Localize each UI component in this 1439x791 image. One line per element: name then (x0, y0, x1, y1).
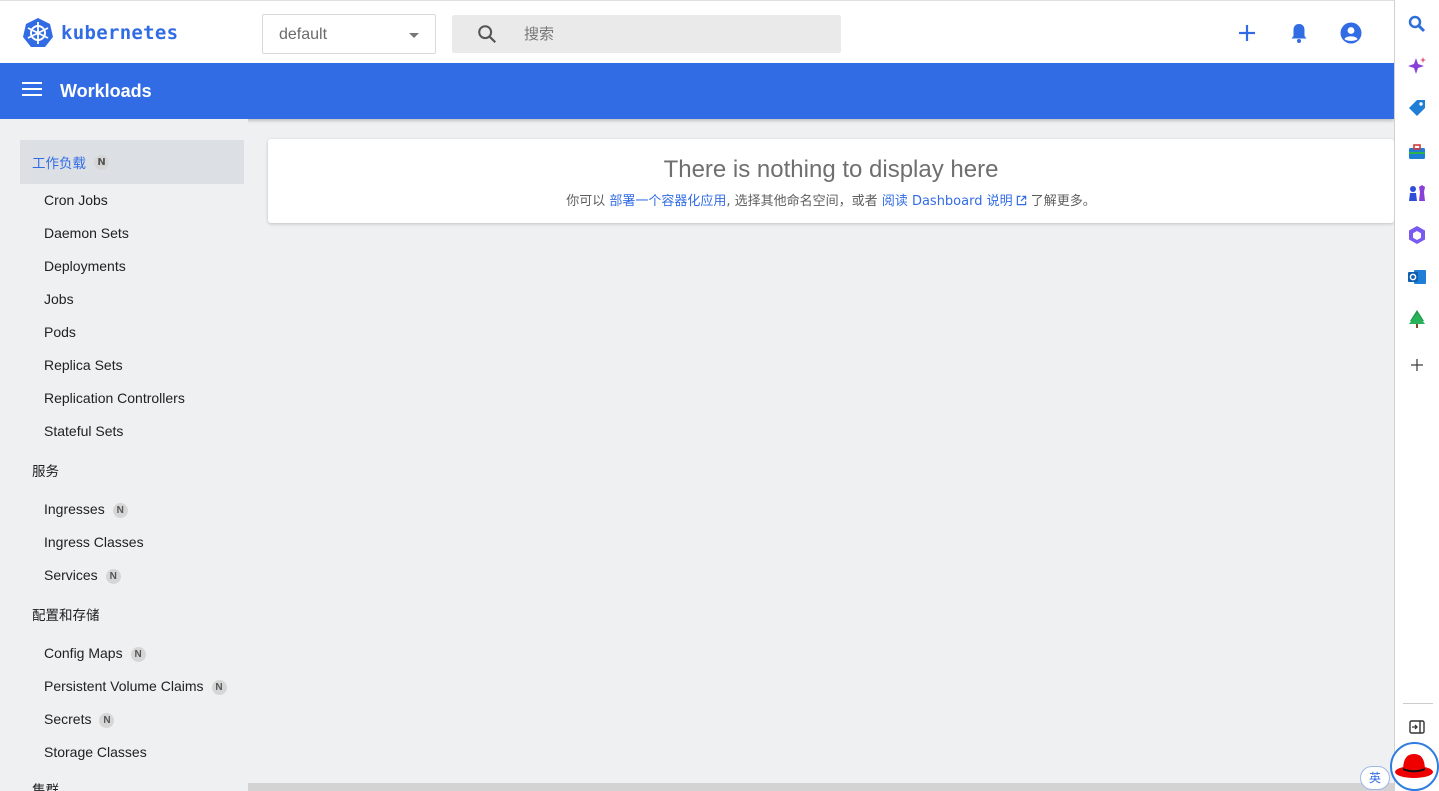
nav-group-label: 配置和存储 (32, 608, 100, 624)
chevron-down-icon (409, 33, 419, 38)
namespace-select[interactable]: default (262, 14, 436, 54)
sidebar-item-services[interactable]: Services N (44, 567, 121, 584)
chess-icon[interactable] (1407, 183, 1427, 203)
sidebar-item-replica-sets[interactable]: Replica Sets (44, 357, 123, 373)
redhat-assistant[interactable] (1390, 742, 1439, 791)
nav-group-config-storage[interactable]: 配置和存储 (20, 592, 244, 636)
tag-icon[interactable] (1407, 98, 1427, 118)
title-bar: Workloads (0, 63, 1394, 119)
empty-state-description: 你可以 部署一个容器化应用, 选择其他命名空间，或者 阅读 Dashboard … (268, 190, 1394, 209)
empty-state-card: There is nothing to display here 你可以 部署一… (268, 139, 1394, 223)
empty-text-2: , 选择其他命名空间，或者 (726, 194, 882, 209)
new-badge: N (130, 647, 146, 662)
sidebar-nav: 工作负载 N Cron Jobs Daemon Sets Deployments… (0, 119, 248, 791)
sidebar-item-label: Secrets (44, 711, 92, 727)
search-input[interactable] (524, 21, 824, 47)
hamburger-menu-icon[interactable] (22, 82, 42, 98)
sidebar-item-label: Storage Classes (44, 744, 147, 760)
add-icon[interactable] (1407, 355, 1427, 375)
nav-group-workloads[interactable]: 工作负载 N (20, 140, 244, 184)
browser-side-panel (1394, 0, 1439, 791)
deploy-app-link[interactable]: 部署一个容器化应用 (609, 194, 726, 209)
sidebar-item-persistent-volume-claims[interactable]: Persistent Volume Claims N (44, 678, 227, 695)
sidebar-item-pods[interactable]: Pods (44, 324, 76, 340)
sidebar-item-replication-controllers[interactable]: Replication Controllers (44, 390, 185, 406)
external-link-icon (1016, 195, 1026, 206)
nav-group-services[interactable]: 服务 (20, 448, 244, 492)
sidebar-item-deployments[interactable]: Deployments (44, 258, 126, 274)
sidebar-toggle-icon[interactable] (1407, 717, 1427, 737)
search-box[interactable] (452, 15, 841, 53)
sidebar-item-secrets[interactable]: Secrets N (44, 711, 115, 728)
kubernetes-logo[interactable]: kubernetes (22, 17, 178, 49)
search-icon (478, 25, 497, 44)
ime-indicator[interactable]: 英 (1360, 766, 1390, 790)
copilot-icon[interactable] (1407, 56, 1427, 76)
empty-text-3: 了解更多。 (1026, 194, 1096, 209)
read-docs-label: 阅读 Dashboard 说明 (881, 194, 1013, 209)
toolbox-icon[interactable] (1407, 142, 1427, 162)
redhat-icon (1395, 754, 1433, 778)
new-badge: N (105, 569, 121, 584)
add-icon[interactable] (1235, 21, 1259, 45)
office-icon[interactable] (1407, 225, 1427, 245)
sidebar-item-jobs[interactable]: Jobs (44, 291, 74, 307)
nav-group-label: 集群 (32, 783, 59, 791)
sidebar-item-ingress-classes[interactable]: Ingress Classes (44, 534, 144, 550)
nav-group-cluster[interactable]: 集群 (20, 767, 244, 791)
outlook-icon[interactable] (1407, 267, 1427, 287)
tree-icon[interactable] (1407, 309, 1427, 329)
panel-divider (1403, 703, 1433, 704)
bell-icon[interactable] (1287, 21, 1311, 45)
sidebar-item-label: Persistent Volume Claims (44, 678, 204, 694)
sidebar-item-ingresses[interactable]: Ingresses N (44, 501, 128, 518)
empty-state-title: There is nothing to display here (663, 156, 999, 183)
sidebar-item-stateful-sets[interactable]: Stateful Sets (44, 423, 123, 439)
search-icon[interactable] (1407, 14, 1427, 34)
top-bar: kubernetes default (0, 0, 1394, 63)
new-badge: N (211, 680, 227, 695)
sidebar-item-label: Ingress Classes (44, 534, 144, 550)
new-badge: N (112, 503, 128, 518)
account-icon[interactable] (1339, 21, 1363, 45)
sidebar-item-label: Ingresses (44, 501, 105, 517)
sidebar-item-daemon-sets[interactable]: Daemon Sets (44, 225, 129, 241)
read-docs-link[interactable]: 阅读 Dashboard 说明 (882, 194, 1027, 209)
sidebar-item-config-maps[interactable]: Config Maps N (44, 645, 146, 662)
nav-group-label: 工作负载 (32, 156, 86, 172)
horizontal-scrollbar[interactable] (248, 783, 1394, 791)
brand-name: kubernetes (61, 22, 179, 44)
new-badge: N (94, 154, 109, 170)
namespace-value: default (279, 26, 328, 43)
nav-group-label: 服务 (32, 464, 59, 480)
empty-text-1: 你可以 (566, 194, 610, 209)
kubernetes-icon (23, 18, 53, 47)
sidebar-item-label: Services (44, 567, 98, 583)
sidebar-item-label: Config Maps (44, 645, 123, 661)
new-badge: N (99, 713, 115, 728)
page-title: Workloads (60, 81, 152, 101)
sidebar-item-storage-classes[interactable]: Storage Classes (44, 744, 147, 760)
sidebar-item-cron-jobs[interactable]: Cron Jobs (44, 192, 108, 208)
